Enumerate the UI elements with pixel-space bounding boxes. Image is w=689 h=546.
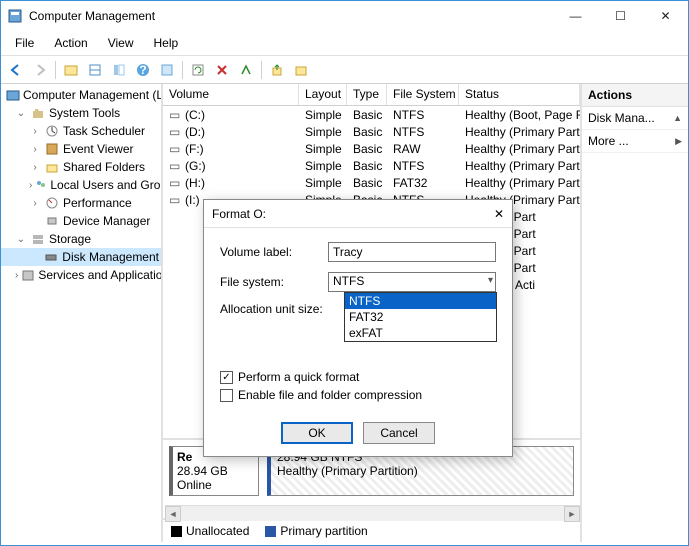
maximize-button[interactable]: ☐ [598, 1, 643, 31]
menu-bar: File Action View Help [1, 31, 688, 56]
toolbar-icon[interactable] [84, 59, 106, 81]
table-row[interactable]: ▭(G:)SimpleBasicNTFSHealthy (Primary Par… [163, 157, 580, 174]
tree-system-tools[interactable]: ⌄System Tools [1, 104, 161, 122]
tree-local-users[interactable]: ›Local Users and Gro [1, 176, 161, 194]
minimize-button[interactable]: — [553, 1, 598, 31]
delete-icon[interactable] [211, 59, 233, 81]
compression-checkbox[interactable]: Enable file and folder compression [220, 388, 496, 402]
expand-icon[interactable]: › [29, 144, 41, 155]
collapse-icon[interactable]: ⌄ [15, 234, 27, 245]
filesystem-dropdown: NTFS FAT32 exFAT [344, 292, 497, 342]
col-filesystem[interactable]: File System [387, 84, 459, 105]
checkbox-icon [220, 389, 233, 402]
nav-tree: Computer Management (L ⌄System Tools ›Ta… [1, 84, 163, 542]
dropdown-option-ntfs[interactable]: NTFS [345, 293, 496, 309]
table-row[interactable]: ▭(H:)SimpleBasicFAT32Healthy (Primary Pa… [163, 174, 580, 191]
tree-performance[interactable]: ›Performance [1, 194, 161, 212]
back-button[interactable] [5, 59, 27, 81]
toolbar-icon[interactable] [156, 59, 178, 81]
tree-task-scheduler[interactable]: ›Task Scheduler [1, 122, 161, 140]
format-dialog: Format O: ✕ Volume label: File system: N… [203, 199, 513, 457]
toolbar-icon[interactable] [235, 59, 257, 81]
tree-device-manager[interactable]: Device Manager [1, 212, 161, 230]
toolbar: ? [1, 56, 688, 84]
ok-button[interactable]: OK [281, 422, 353, 444]
col-layout[interactable]: Layout [299, 84, 347, 105]
tree-shared-folders[interactable]: ›Shared Folders [1, 158, 161, 176]
table-row[interactable]: ▭(C:)SimpleBasicNTFSHealthy (Boot, Page … [163, 106, 580, 123]
tree-disk-management[interactable]: Disk Management [1, 248, 161, 266]
col-volume[interactable]: Volume [163, 84, 299, 105]
window-title: Computer Management [29, 9, 553, 23]
close-button[interactable]: ✕ [643, 1, 688, 31]
volume-header: Volume Layout Type File System Status [163, 84, 580, 106]
toolbar-icon[interactable] [108, 59, 130, 81]
expand-icon: ▶ [675, 136, 682, 147]
action-more[interactable]: More ...▶ [582, 130, 688, 153]
expand-icon[interactable]: › [29, 126, 41, 137]
collapse-icon: ▲ [673, 113, 682, 123]
toolbar-icon[interactable] [290, 59, 312, 81]
allocation-unit-label: Allocation unit size: [220, 302, 328, 316]
title-bar: Computer Management — ☐ ✕ [1, 1, 688, 31]
expand-icon[interactable]: › [15, 270, 18, 281]
actions-header: Actions [582, 84, 688, 107]
menu-action[interactable]: Action [46, 34, 95, 52]
expand-icon[interactable]: › [29, 180, 32, 191]
actions-pane: Actions Disk Mana...▲ More ...▶ [582, 84, 688, 542]
help-icon[interactable]: ? [132, 59, 154, 81]
volume-label-input[interactable] [328, 242, 496, 262]
scroll-right-button[interactable]: ► [564, 506, 580, 522]
filesystem-label: File system: [220, 275, 328, 289]
legend-swatch-unallocated [171, 526, 182, 537]
legend: Unallocated Primary partition [163, 518, 580, 542]
scroll-left-button[interactable]: ◄ [165, 506, 181, 522]
volume-label-label: Volume label: [220, 245, 328, 259]
tree-root[interactable]: Computer Management (L [1, 86, 161, 104]
tree-services[interactable]: ›Services and Applicatio [1, 266, 161, 284]
tree-storage[interactable]: ⌄Storage [1, 230, 161, 248]
toolbar-icon[interactable] [60, 59, 82, 81]
svg-text:?: ? [139, 63, 146, 77]
menu-help[interactable]: Help [146, 34, 187, 52]
dialog-title: Format O: [212, 207, 494, 221]
checkbox-icon: ✓ [220, 371, 233, 384]
dropdown-option-fat32[interactable]: FAT32 [345, 309, 496, 325]
menu-file[interactable]: File [7, 34, 42, 52]
table-row[interactable]: ▭(F:)SimpleBasicRAWHealthy (Primary Part [163, 140, 580, 157]
quick-format-checkbox[interactable]: ✓ Perform a quick format [220, 370, 496, 384]
chevron-down-icon: ▾ [488, 275, 493, 286]
forward-button[interactable] [29, 59, 51, 81]
dropdown-option-exfat[interactable]: exFAT [345, 325, 496, 341]
col-type[interactable]: Type [347, 84, 387, 105]
dialog-close-button[interactable]: ✕ [494, 207, 504, 221]
app-icon [7, 8, 23, 24]
dialog-titlebar: Format O: ✕ [204, 200, 512, 228]
col-status[interactable]: Status [459, 84, 580, 105]
menu-view[interactable]: View [100, 34, 142, 52]
legend-swatch-primary [265, 526, 276, 537]
horizontal-scrollbar[interactable]: ◄ ► [165, 505, 580, 521]
collapse-icon[interactable]: ⌄ [15, 108, 27, 119]
toolbar-icon[interactable] [266, 59, 288, 81]
cancel-button[interactable]: Cancel [363, 422, 435, 444]
refresh-icon[interactable] [187, 59, 209, 81]
action-disk-management[interactable]: Disk Mana...▲ [582, 107, 688, 130]
tree-event-viewer[interactable]: ›Event Viewer [1, 140, 161, 158]
expand-icon[interactable]: › [29, 198, 41, 209]
filesystem-combo[interactable]: NTFS ▾ [328, 272, 496, 292]
table-row[interactable]: ▭(D:)SimpleBasicNTFSHealthy (Primary Par… [163, 123, 580, 140]
expand-icon[interactable]: › [29, 162, 41, 173]
